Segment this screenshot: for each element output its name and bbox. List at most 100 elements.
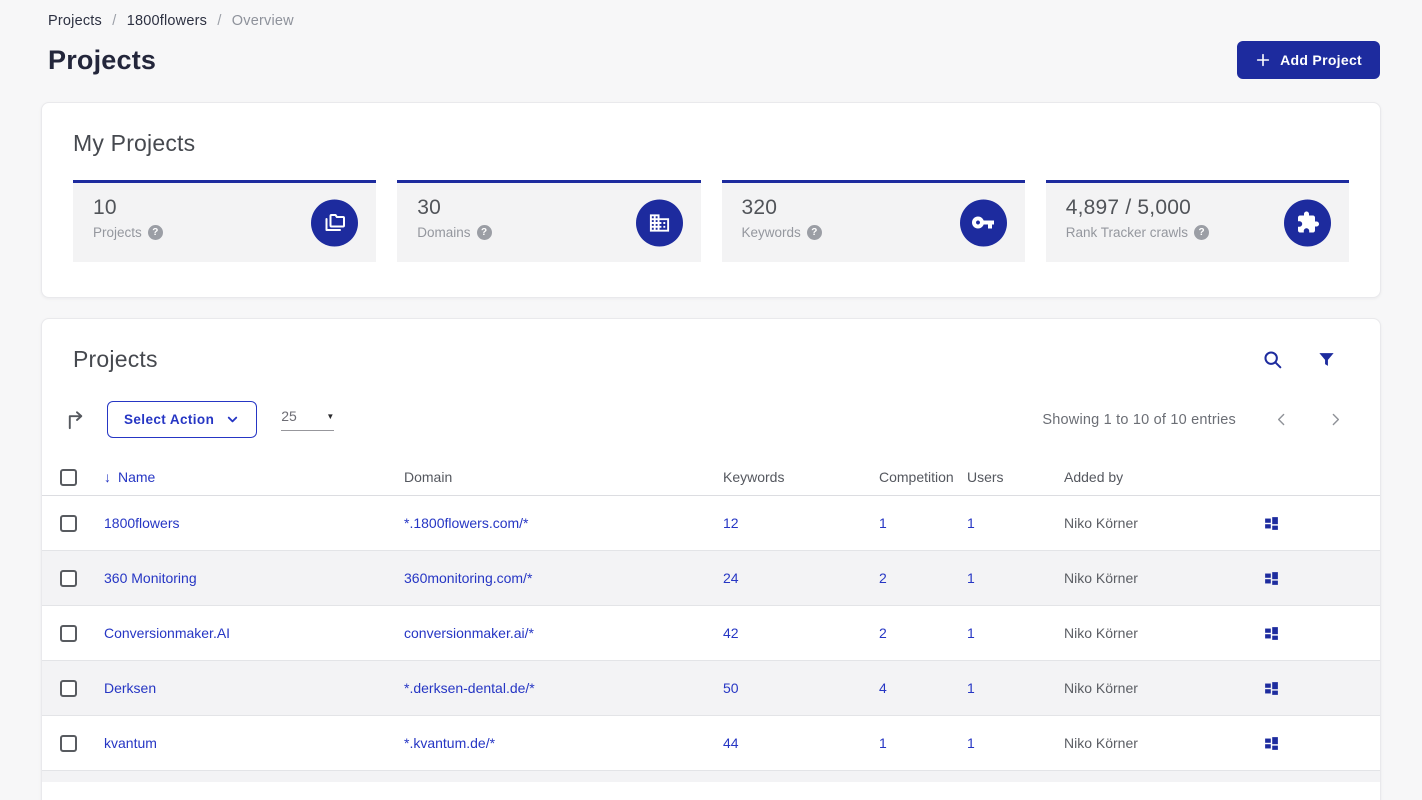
filter-button[interactable] [1317, 350, 1336, 369]
dashboard-grid-icon [1265, 516, 1278, 530]
help-icon[interactable]: ? [476, 225, 492, 240]
chevron-right-icon [1332, 413, 1340, 426]
projects-folders-icon [311, 199, 359, 246]
added-by-value: Niko Körner [1064, 570, 1138, 586]
breadcrumb-overview: Overview [231, 13, 294, 29]
select-all-checkbox[interactable] [60, 468, 77, 486]
rank-tracker-count-label: Rank Tracker crawls [1065, 225, 1189, 240]
page-size-value: 25 [281, 408, 297, 424]
dashboard-grid-icon [1265, 626, 1278, 640]
open-dashboard-button[interactable] [1263, 735, 1280, 752]
keywords-count-value[interactable]: 24 [723, 570, 739, 586]
table-row: 1800flowers *.1800flowers.com/* 12 1 1 N… [42, 496, 1380, 551]
keywords-count-value[interactable]: 42 [723, 625, 739, 641]
table-body: 1800flowers *.1800flowers.com/* 12 1 1 N… [42, 496, 1380, 771]
add-project-button[interactable]: Add Project [1237, 41, 1380, 79]
project-name-link[interactable]: 1800flowers [104, 515, 180, 531]
keywords-key-icon [959, 199, 1007, 246]
page-size-caret-icon: ▼ [326, 411, 335, 421]
row-checkbox[interactable] [60, 679, 77, 697]
my-projects-panel: My Projects 10 Projects ? 30 Domains ? 3… [41, 102, 1381, 298]
select-action-label: Select Action [124, 412, 215, 427]
previous-page-button[interactable] [1273, 411, 1290, 428]
users-count-value[interactable]: 1 [967, 625, 975, 641]
users-count-value[interactable]: 1 [967, 515, 975, 531]
project-name-link[interactable]: 360 Monitoring [104, 570, 197, 586]
domains-building-icon [635, 199, 683, 246]
row-checkbox[interactable] [60, 624, 77, 642]
keywords-count-value[interactable]: 12 [723, 515, 739, 531]
competition-count-value[interactable]: 4 [879, 680, 887, 696]
breadcrumb-separator: / [217, 13, 222, 29]
page-size-select[interactable]: 25 ▼ [281, 408, 335, 431]
column-header-competition[interactable]: Competition [879, 469, 967, 485]
project-name-link[interactable]: Derksen [104, 680, 156, 696]
users-count-value[interactable]: 1 [967, 680, 975, 696]
project-domain-link[interactable]: *.derksen-dental.de/* [404, 680, 535, 696]
added-by-value: Niko Körner [1064, 515, 1138, 531]
my-projects-title: My Projects [73, 130, 196, 156]
competition-count-value[interactable]: 1 [879, 515, 887, 531]
added-by-value: Niko Körner [1064, 625, 1138, 641]
table-header-row: ↓ Name Domain Keywords Competition Users … [42, 459, 1380, 496]
column-header-users[interactable]: Users [967, 469, 1064, 485]
projects-table-panel: Projects Select Action 25 ▼ Showing 1 to… [41, 318, 1381, 800]
users-count-value[interactable]: 1 [967, 570, 975, 586]
help-icon[interactable]: ? [1194, 225, 1210, 240]
keywords-count-value[interactable]: 44 [723, 735, 739, 751]
breadcrumb-projects[interactable]: Projects [48, 13, 102, 29]
added-by-value: Niko Körner [1064, 680, 1138, 696]
table-row-partial [42, 771, 1380, 782]
projects-table-title: Projects [73, 346, 158, 372]
column-header-added-by[interactable]: Added by [1064, 469, 1263, 485]
open-dashboard-button[interactable] [1263, 625, 1280, 642]
open-dashboard-button[interactable] [1263, 680, 1280, 697]
breadcrumb: Projects / 1800flowers / Overview [48, 13, 1380, 29]
projects-count-label: Projects [93, 225, 142, 240]
chevron-left-icon [1277, 413, 1285, 426]
table-row: 360 Monitoring 360monitoring.com/* 24 2 … [42, 551, 1380, 606]
add-project-label: Add Project [1280, 52, 1362, 68]
row-checkbox[interactable] [60, 569, 77, 587]
help-icon[interactable]: ? [147, 225, 163, 240]
competition-count-value[interactable]: 2 [879, 570, 887, 586]
stat-card-keywords: 320 Keywords ? [721, 180, 1025, 262]
project-domain-link[interactable]: 360monitoring.com/* [404, 570, 532, 586]
stat-card-projects: 10 Projects ? [73, 180, 377, 262]
page-title: Projects [48, 44, 157, 75]
next-page-button[interactable] [1327, 411, 1344, 428]
plus-icon [1256, 53, 1270, 67]
open-dashboard-button[interactable] [1263, 515, 1280, 532]
column-header-keywords[interactable]: Keywords [723, 469, 879, 485]
project-name-link[interactable]: kvantum [104, 735, 157, 751]
table-row: kvantum *.kvantum.de/* 44 1 1 Niko Körne… [42, 716, 1380, 771]
help-icon[interactable]: ? [806, 225, 822, 240]
showing-entries-text: Showing 1 to 10 of 10 entries [1042, 411, 1236, 428]
stats-row: 10 Projects ? 30 Domains ? 320 Keywords … [73, 180, 1349, 262]
column-header-name[interactable]: ↓ Name [104, 469, 155, 485]
domains-count-label: Domains [417, 225, 471, 240]
project-domain-link[interactable]: conversionmaker.ai/* [404, 625, 534, 641]
users-count-value[interactable]: 1 [967, 735, 975, 751]
projects-table: ↓ Name Domain Keywords Competition Users … [42, 459, 1380, 782]
search-button[interactable] [1262, 349, 1284, 371]
top-bar: Projects / 1800flowers / Overview Projec… [0, 0, 1422, 79]
keywords-count-value[interactable]: 50 [723, 680, 739, 696]
project-name-link[interactable]: Conversionmaker.AI [104, 625, 230, 641]
dashboard-grid-icon [1265, 681, 1278, 695]
open-dashboard-button[interactable] [1263, 570, 1280, 587]
competition-count-value[interactable]: 1 [879, 735, 887, 751]
competition-count-value[interactable]: 2 [879, 625, 887, 641]
project-domain-link[interactable]: *.kvantum.de/* [404, 735, 495, 751]
project-domain-link[interactable]: *.1800flowers.com/* [404, 515, 529, 531]
breadcrumb-1800flowers[interactable]: 1800flowers [127, 13, 207, 29]
export-button[interactable] [65, 408, 88, 431]
added-by-value: Niko Körner [1064, 735, 1138, 751]
filter-icon [1319, 353, 1334, 366]
select-action-dropdown[interactable]: Select Action [107, 401, 258, 438]
keywords-count-label: Keywords [741, 225, 801, 240]
column-header-domain[interactable]: Domain [404, 469, 723, 485]
row-checkbox[interactable] [60, 734, 77, 752]
search-icon [1264, 350, 1282, 368]
row-checkbox[interactable] [60, 514, 77, 532]
